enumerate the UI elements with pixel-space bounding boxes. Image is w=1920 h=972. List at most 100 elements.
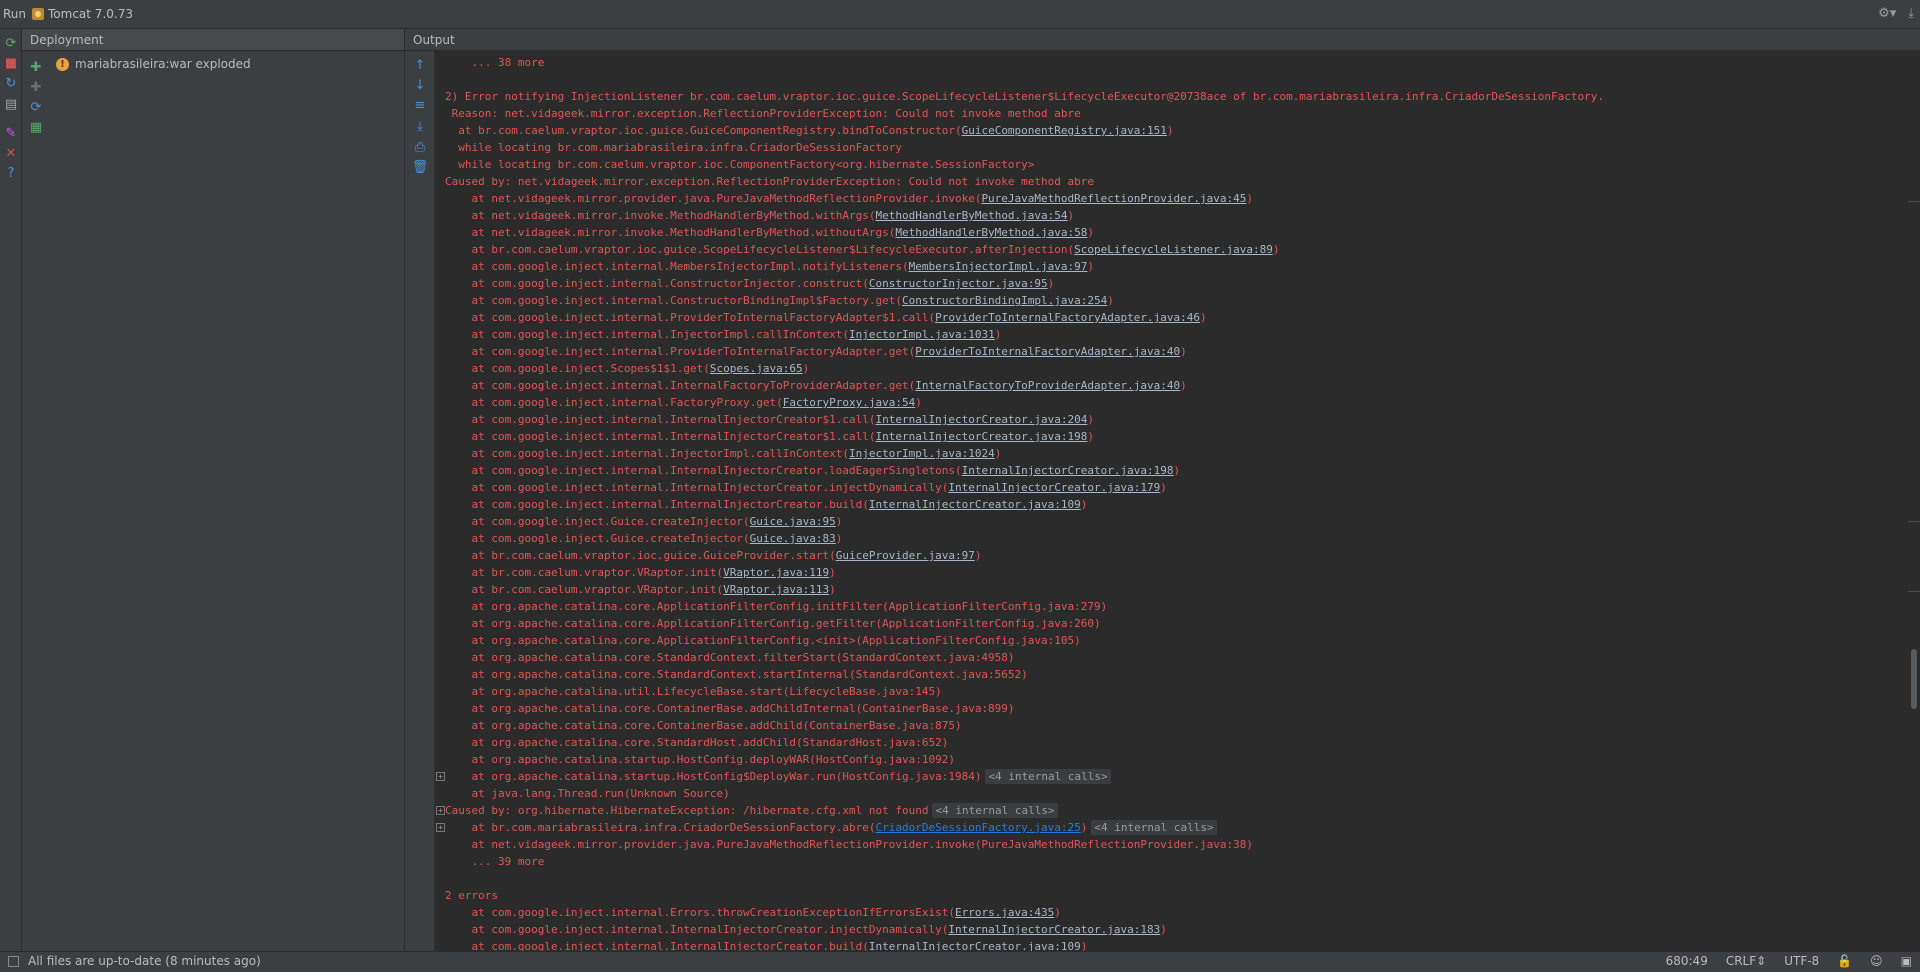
console-text: ) <box>1087 413 1095 426</box>
internal-calls-badge[interactable]: <4 internal calls> <box>1091 820 1217 835</box>
source-link[interactable]: Guice.java:95 <box>750 515 836 528</box>
source-link[interactable]: VRaptor.java:119 <box>723 566 829 579</box>
layout-icon[interactable]: ▤ <box>3 96 19 112</box>
source-link[interactable]: GuiceProvider.java:97 <box>836 549 975 562</box>
source-link[interactable]: InternalInjectorCreator.java:109 <box>869 940 1081 951</box>
pin-icon[interactable]: ✎ <box>3 125 19 141</box>
scroll-up-icon[interactable]: ↑ <box>412 57 428 73</box>
console-text: ) <box>1173 464 1181 477</box>
caret-position[interactable]: 680:49 <box>1666 954 1708 968</box>
source-link[interactable]: FactoryProxy.java:54 <box>783 396 915 409</box>
source-link[interactable]: VRaptor.java:113 <box>723 583 829 596</box>
source-link[interactable]: InternalInjectorCreator.java:198 <box>962 464 1174 477</box>
console-line: at org.apache.catalina.core.ApplicationF… <box>435 632 1908 649</box>
event-log-icon[interactable]: ▣ <box>1901 954 1912 968</box>
refresh-deploy-icon[interactable]: ⟳ <box>28 99 44 115</box>
console-text: Caused by: org.hibernate.HibernateExcept… <box>445 804 929 817</box>
source-link[interactable]: ProviderToInternalFactoryAdapter.java:46 <box>935 311 1200 324</box>
console-scrollbar[interactable] <box>1908 51 1920 951</box>
console-text: ) <box>1087 430 1095 443</box>
error-stripe-mark <box>1908 521 1920 522</box>
line-separator-selector[interactable]: CRLF⇕ <box>1726 954 1766 968</box>
encoding-selector[interactable]: UTF-8 <box>1784 954 1819 968</box>
toggle-toolwindows-icon[interactable] <box>8 955 19 967</box>
source-link[interactable]: CriadorDeSessionFactory.java:25 <box>875 821 1080 834</box>
source-link[interactable]: InjectorImpl.java:1024 <box>849 447 995 460</box>
source-link[interactable]: MembersInjectorImpl.java:97 <box>909 260 1088 273</box>
source-link[interactable]: GuiceComponentRegistry.java:151 <box>962 124 1167 137</box>
source-link[interactable]: MethodHandlerByMethod.java:54 <box>875 209 1067 222</box>
console-line: at org.apache.catalina.core.ContainerBas… <box>435 717 1908 734</box>
deployment-list: ! mariabrasileira:war exploded <box>56 55 404 73</box>
source-link[interactable]: Guice.java:83 <box>750 532 836 545</box>
console-text: at org.apache.catalina.startup.HostConfi… <box>471 770 982 783</box>
soft-wrap-icon[interactable]: ≡ <box>412 97 428 113</box>
console-text: ) <box>1087 226 1095 239</box>
source-link[interactable]: PureJavaMethodReflectionProvider.java:45 <box>981 192 1246 205</box>
stop-icon[interactable]: ■ <box>3 55 19 71</box>
scrollbar-thumb[interactable] <box>1911 649 1917 709</box>
source-link[interactable]: InternalInjectorCreator.java:198 <box>875 430 1087 443</box>
source-link[interactable]: InternalInjectorCreator.java:109 <box>869 498 1081 511</box>
console-line: 2 errors <box>435 887 1908 904</box>
rerun-icon[interactable]: ⟳ <box>3 35 19 51</box>
source-link[interactable]: ProviderToInternalFactoryAdapter.java:40 <box>915 345 1180 358</box>
source-link[interactable]: InternalFactoryToProviderAdapter.java:40 <box>915 379 1180 392</box>
console-text: at com.google.inject.internal.FactoryPro… <box>471 396 783 409</box>
run-config-name[interactable]: Tomcat 7.0.73 <box>48 7 133 21</box>
source-link[interactable]: ScopeLifecycleListener.java:89 <box>1074 243 1273 256</box>
lock-icon[interactable]: 🔓 <box>1837 954 1852 968</box>
internal-calls-badge[interactable]: <4 internal calls> <box>932 803 1058 818</box>
console-line: at com.google.inject.internal.InternalIn… <box>435 921 1908 938</box>
deployment-item[interactable]: ! mariabrasileira:war exploded <box>56 55 404 73</box>
clear-all-icon[interactable]: 🗑 <box>412 159 429 175</box>
internal-calls-badge[interactable]: <4 internal calls> <box>985 769 1111 784</box>
source-link[interactable]: Scopes.java:65 <box>710 362 803 375</box>
settings-gear-icon[interactable]: ⚙▾ <box>1878 6 1896 22</box>
hide-window-icon[interactable]: ⤓ <box>1908 6 1914 22</box>
console-line: at com.google.inject.internal.Constructo… <box>435 275 1908 292</box>
expand-fold-icon[interactable]: + <box>436 823 445 832</box>
console-line: at org.apache.catalina.util.LifecycleBas… <box>435 683 1908 700</box>
inspector-icon[interactable]: ☺ <box>1870 954 1883 968</box>
expand-fold-icon[interactable]: + <box>436 806 445 815</box>
artifact-icon[interactable]: ▦ <box>28 119 44 135</box>
scroll-to-end-icon[interactable]: ⤓ <box>412 118 428 134</box>
console-line: at br.com.caelum.vraptor.VRaptor.init(VR… <box>435 581 1908 598</box>
source-link[interactable]: InternalInjectorCreator.java:204 <box>875 413 1087 426</box>
scroll-down-icon[interactable]: ↓ <box>412 77 428 93</box>
close-icon[interactable]: ✕ <box>3 145 19 161</box>
update-icon[interactable]: ↻ <box>3 75 19 91</box>
console-output[interactable]: ... 38 more 2) Error notifying InjectionL… <box>435 51 1908 951</box>
console-text: ) <box>994 328 1002 341</box>
deploy-icon[interactable]: ✚ <box>28 59 44 75</box>
print-icon[interactable]: ⎙ <box>412 139 428 155</box>
source-link[interactable]: InternalInjectorCreator.java:183 <box>948 923 1160 936</box>
console-text: at org.apache.catalina.core.StandardCont… <box>471 651 1015 664</box>
source-link[interactable]: ConstructorBindingImpl.java:254 <box>902 294 1107 307</box>
source-link[interactable]: MethodHandlerByMethod.java:58 <box>895 226 1087 239</box>
console-text: at br.com.caelum.vraptor.ioc.guice.Scope… <box>471 243 1075 256</box>
source-link[interactable]: InjectorImpl.java:1031 <box>849 328 995 341</box>
console-line: at com.google.inject.internal.Errors.thr… <box>435 904 1908 921</box>
console-text: at org.apache.catalina.util.LifecycleBas… <box>471 685 942 698</box>
undeploy-icon[interactable]: ✚ <box>28 79 44 95</box>
source-link[interactable]: Errors.java:435 <box>955 906 1054 919</box>
console-text: Reason: net.vidageek.mirror.exception.Re… <box>451 107 1081 120</box>
help-icon[interactable]: ? <box>3 165 19 181</box>
expand-fold-icon[interactable]: + <box>436 772 445 781</box>
console-text: at net.vidageek.mirror.provider.java.Pur… <box>471 838 1253 851</box>
console-line: ... 39 more <box>435 853 1908 870</box>
source-link[interactable]: ConstructorInjector.java:95 <box>869 277 1048 290</box>
source-link[interactable]: InternalInjectorCreator.java:179 <box>948 481 1160 494</box>
